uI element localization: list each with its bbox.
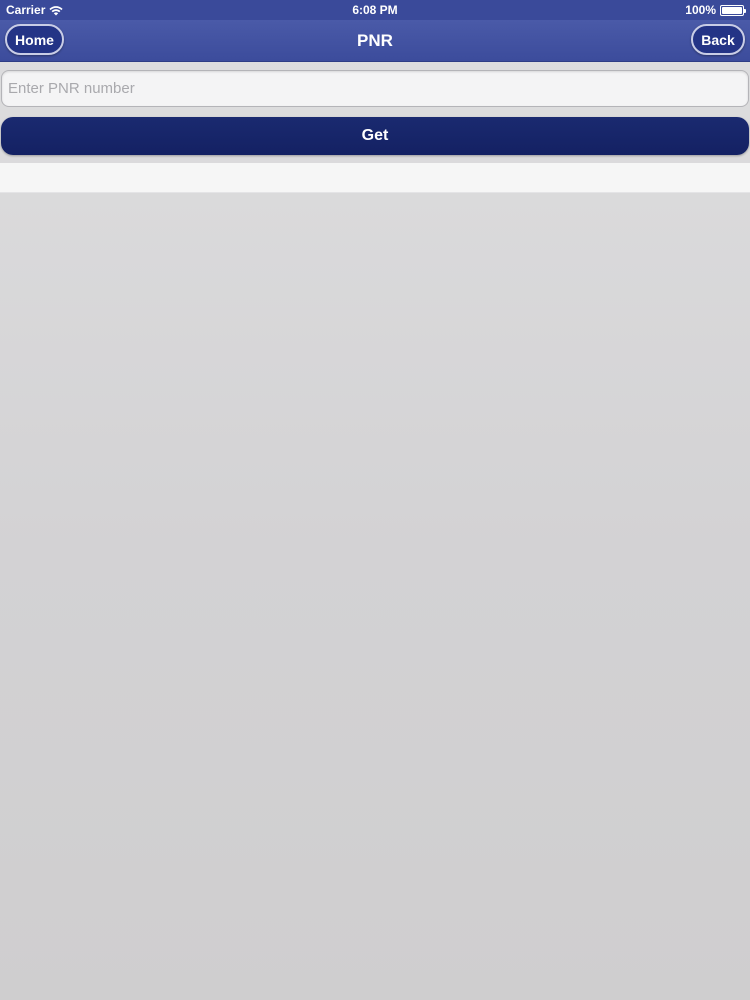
result-area bbox=[0, 163, 750, 193]
battery-percent: 100% bbox=[685, 3, 716, 17]
page-title: PNR bbox=[357, 31, 393, 50]
status-time: 6:08 PM bbox=[352, 3, 398, 17]
pnr-input[interactable] bbox=[1, 70, 749, 107]
battery-icon bbox=[720, 4, 746, 16]
status-bar: Carrier 6:08 PM 100% bbox=[0, 0, 750, 20]
battery-group: 100% bbox=[685, 3, 746, 17]
back-button[interactable]: Back bbox=[691, 24, 745, 55]
nav-bar: Home PNR Back bbox=[0, 20, 750, 62]
get-button[interactable]: Get bbox=[1, 117, 749, 155]
